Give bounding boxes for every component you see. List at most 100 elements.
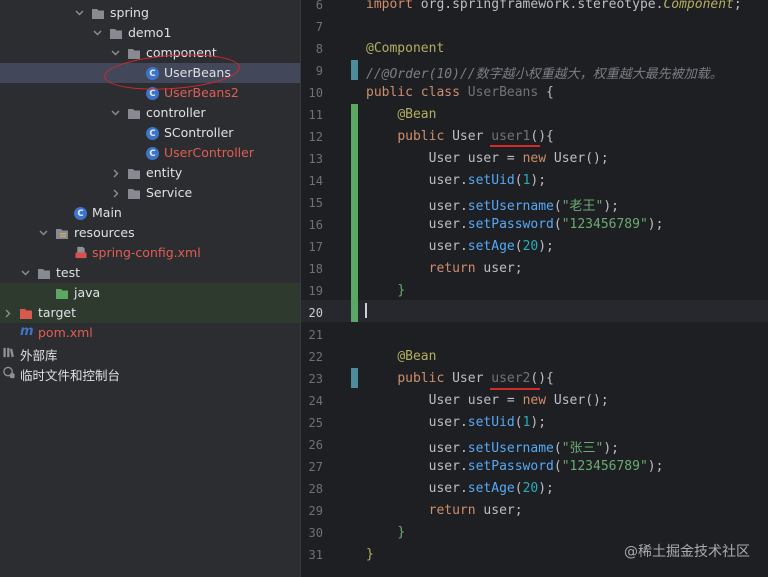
tree-item-label: 外部库 [20,348,58,363]
code-line: @Component [366,41,445,56]
code-line: } [366,547,374,562]
tree-item-external-libraries[interactable]: 外部库 [0,343,300,363]
tree-item-label: SController [164,125,234,140]
tree-item-controller[interactable]: controller [0,103,300,123]
line-number: 29 [308,504,323,518]
chevron-right-icon[interactable] [111,168,121,178]
text-caret [365,303,367,318]
tree-item-entity[interactable]: entity [0,163,300,183]
tree-item-resources[interactable]: resources [0,223,300,243]
tree-item-label: controller [146,105,206,120]
code-line: @Bean [397,349,437,364]
code-editor[interactable]: import org.springframework.stereotype.Co… [358,0,768,577]
line-number: 11 [308,108,323,122]
line-number: 18 [308,262,323,276]
code-line: user.setUid(1); [428,415,547,430]
class-icon: C [74,207,87,220]
line-number: 13 [308,152,323,166]
line-number: 6 [315,0,323,12]
chevron-right-icon[interactable] [111,188,121,198]
code-line: return user; [428,503,523,518]
maven-icon: m [20,324,34,339]
code-line: user.setUid(1); [428,173,547,188]
tree-item-label: spring-config.xml [92,245,201,260]
project-tree: spring demo1 component C UserBeans C Use… [0,0,300,577]
tree-item-scratches[interactable]: 临时文件和控制台 [0,363,300,383]
line-number: 7 [315,20,323,34]
tree-item-scontroller[interactable]: C SController [0,123,300,143]
line-number: 22 [308,350,323,364]
excluded-folder-icon [20,309,32,319]
annotation-underline [490,145,540,147]
package-icon [128,169,140,179]
line-number: 25 [308,416,323,430]
code-line: user.setUsername("老王"); [428,199,619,214]
tree-item-target[interactable]: target [0,303,300,323]
chevron-right-icon[interactable] [3,308,13,318]
code-line: User user = new User(); [428,151,609,166]
chevron-down-icon[interactable] [74,8,84,18]
code-line: } [397,283,406,298]
tree-item-test[interactable]: test [0,263,300,283]
test-folder-icon [56,289,68,299]
tree-item-label: pom.xml [38,325,93,340]
code-line: public User user2(){ [397,371,554,386]
tree-item-label: Service [146,185,193,200]
tree-item-spring[interactable]: spring [0,3,300,23]
resources-folder-icon [56,229,68,239]
editor-gutter: 6 7 8 9 10 11 12 13 14 15 16 17 18 19 20… [300,0,359,577]
tree-item-usercontroller[interactable]: C UserController [0,143,300,163]
package-icon [128,189,140,199]
class-icon: C [146,147,159,160]
tree-item-label: spring [110,5,149,20]
tree-item-label: resources [74,225,135,240]
tree-item-label: UserController [164,145,254,160]
chevron-down-icon[interactable] [92,28,102,38]
chevron-down-icon[interactable] [110,108,120,118]
tree-item-service[interactable]: Service [0,183,300,203]
tree-item-demo1[interactable]: demo1 [0,23,300,43]
current-line-highlight [358,300,768,322]
line-number: 28 [308,482,323,496]
line-number: 12 [308,130,323,144]
line-number: 16 [308,218,323,232]
chevron-down-icon[interactable] [38,228,48,238]
code-line: User user = new User(); [428,393,609,408]
tree-item-pom-xml[interactable]: m pom.xml [0,323,300,343]
code-line: public User user1(){ [397,129,554,144]
library-icon [3,347,14,358]
line-number: 27 [308,460,323,474]
tree-item-java[interactable]: java [0,283,300,303]
line-number: 21 [308,328,323,342]
line-number: 26 [308,438,323,452]
tree-item-label: entity [146,165,183,180]
line-number: 24 [308,394,323,408]
code-line: user.setUsername("张三"); [428,441,619,456]
tree-item-main[interactable]: C Main [0,203,300,223]
code-line: return user; [428,261,523,276]
line-number: 10 [308,86,323,100]
watermark: @稀土掘金技术社区 [624,544,750,560]
tree-item-label: test [56,265,81,280]
code-line: public class UserBeans { [366,85,554,100]
folder-icon [38,269,50,279]
package-icon [128,109,140,119]
class-icon: C [146,127,159,140]
code-line: user.setPassword("123456789"); [428,459,664,474]
package-icon [128,49,140,59]
tree-item-spring-config-xml[interactable]: spring-config.xml [0,243,300,263]
annotation-underline [490,388,540,390]
line-number: 19 [308,284,323,298]
tree-item-label: Main [92,205,122,220]
line-number: 15 [308,196,323,210]
code-line: user.setAge(20); [428,481,554,496]
tree-item-label: 临时文件和控制台 [20,368,121,383]
package-icon [110,29,122,39]
chevron-down-icon[interactable] [20,268,30,278]
chevron-down-icon[interactable] [110,48,120,58]
code-line: @Bean [397,107,437,122]
xml-file-icon [75,246,87,259]
code-line: import org.springframework.stereotype.Co… [366,0,742,12]
code-line: user.setPassword("123456789"); [428,217,664,232]
code-line: } [397,525,406,540]
